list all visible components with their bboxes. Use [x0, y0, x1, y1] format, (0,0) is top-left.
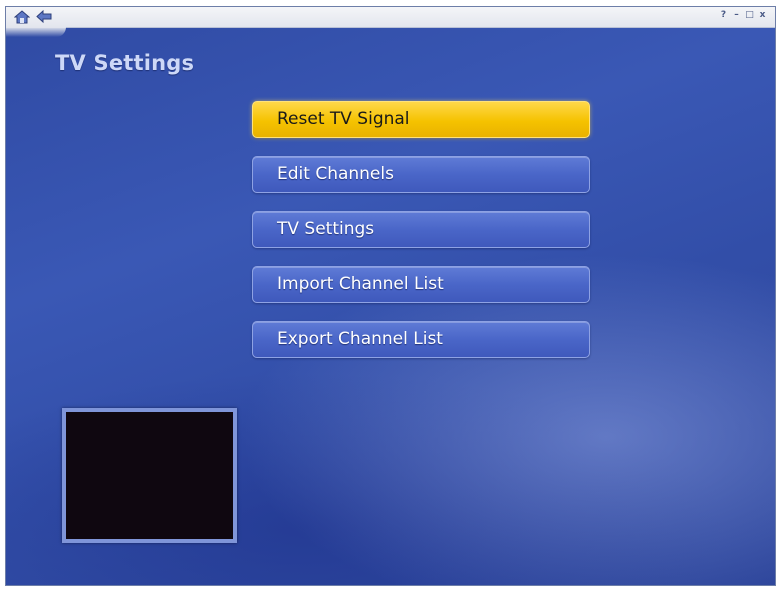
back-icon[interactable]: [36, 9, 52, 24]
close-icon[interactable]: x: [758, 10, 767, 21]
settings-menu: Reset TV Signal Edit Channels TV Setting…: [252, 101, 590, 376]
edit-channels-button[interactable]: Edit Channels: [252, 156, 590, 193]
import-channel-list-button[interactable]: Import Channel List: [252, 266, 590, 303]
live-tv-preview[interactable]: [62, 408, 237, 543]
window-controls: ? – □ x: [719, 10, 767, 21]
title-bar: ? – □ x: [6, 7, 775, 37]
export-channel-list-button[interactable]: Export Channel List: [252, 321, 590, 358]
nav-icons: [13, 9, 52, 24]
screen: ? – □ x TV Settings Reset TV Signal Edit…: [0, 0, 781, 589]
help-icon[interactable]: ?: [719, 10, 728, 21]
page-title: TV Settings: [55, 51, 195, 75]
minimize-icon[interactable]: –: [732, 10, 741, 21]
media-center-window: ? – □ x TV Settings Reset TV Signal Edit…: [5, 6, 776, 586]
restore-icon[interactable]: □: [745, 10, 754, 21]
reset-tv-signal-button[interactable]: Reset TV Signal: [252, 101, 590, 138]
tv-settings-button[interactable]: TV Settings: [252, 211, 590, 248]
home-icon[interactable]: [13, 9, 31, 24]
